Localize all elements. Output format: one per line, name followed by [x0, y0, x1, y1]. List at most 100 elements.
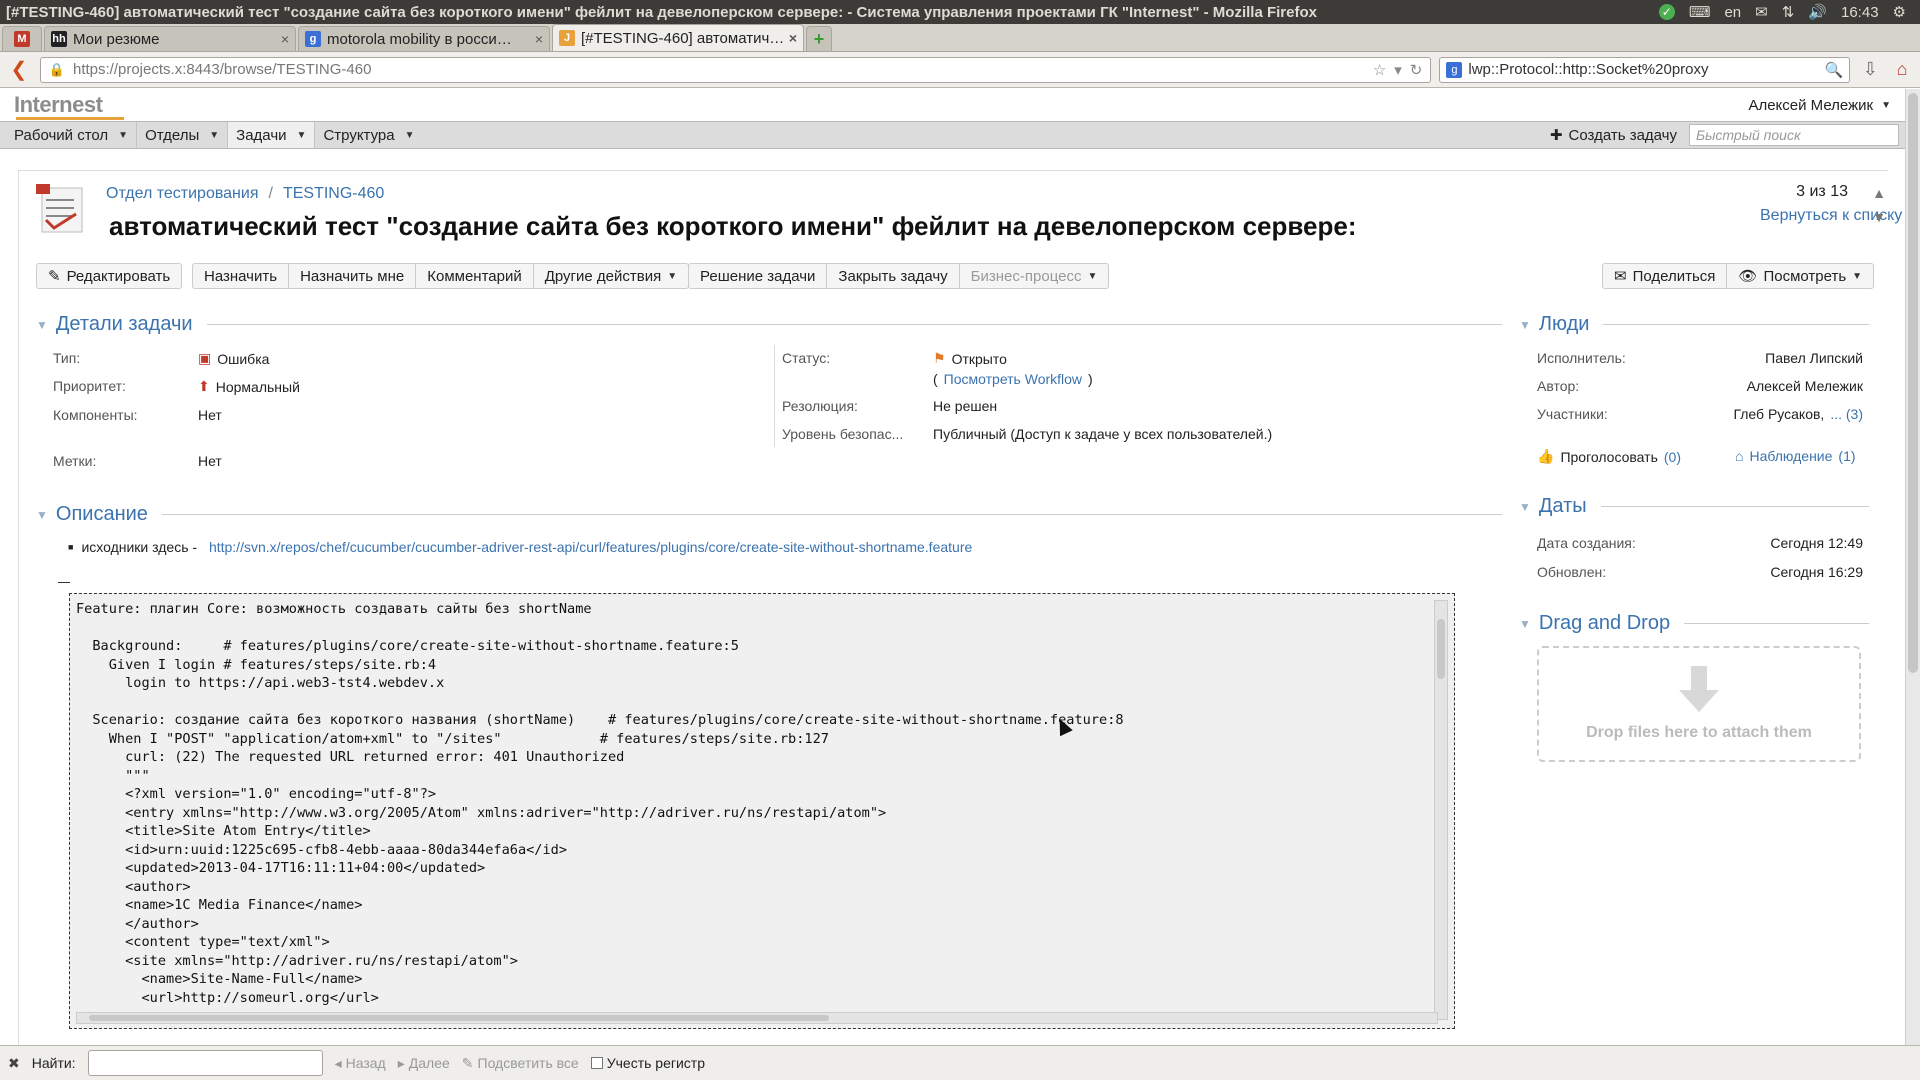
- keyboard-layout[interactable]: en: [1724, 4, 1741, 21]
- browser-tab-active[interactable]: J [#TESTING-460] автоматич… ×: [552, 24, 804, 51]
- chevron-down-icon[interactable]: ▼: [118, 130, 128, 141]
- search-value[interactable]: lwp::Protocol::http::Socket%20proxy: [1468, 61, 1818, 78]
- edit-button[interactable]: ✎ Редактировать: [37, 264, 181, 288]
- code-line: <name>1C Media Finance</name>: [76, 897, 363, 913]
- type-label: Тип:: [53, 350, 81, 366]
- reload-icon[interactable]: ↻: [1410, 61, 1423, 79]
- breadcrumb-project[interactable]: Отдел тестирования: [106, 185, 259, 203]
- find-next-button[interactable]: ▸ Далее: [398, 1055, 450, 1072]
- code-text[interactable]: Feature: плагин Core: возможность создав…: [76, 600, 1124, 1007]
- chevron-down-icon[interactable]: ▼: [667, 271, 677, 282]
- browser-tab[interactable]: M: [2, 26, 42, 51]
- lock-icon[interactable]: 🔒: [49, 62, 65, 78]
- watch-link[interactable]: ⌂ Наблюдение (1): [1735, 448, 1856, 464]
- people-section-header[interactable]: ▼ Люди: [1519, 313, 1869, 336]
- chevron-down-icon[interactable]: ▼: [405, 130, 415, 141]
- collapse-triangle-icon[interactable]: ▼: [36, 508, 48, 522]
- user-menu[interactable]: Алексей Мележик ▼: [1748, 97, 1891, 114]
- share-button[interactable]: ✉ Поделиться: [1603, 264, 1728, 288]
- quick-search-input[interactable]: Быстрый поиск: [1689, 124, 1899, 146]
- back-arrow-icon[interactable]: ❮: [6, 57, 32, 82]
- chevron-down-icon[interactable]: ▼: [1881, 100, 1891, 111]
- page-scrollbar[interactable]: [1905, 89, 1920, 1045]
- breadcrumb-issue-key[interactable]: TESTING-460: [283, 185, 384, 203]
- chevron-down-icon[interactable]: ▼: [1852, 271, 1862, 282]
- volume-icon[interactable]: 🔊: [1808, 3, 1827, 21]
- keyboard-icon[interactable]: ⌨: [1689, 3, 1711, 21]
- previous-issue-icon[interactable]: ▲: [1872, 185, 1886, 201]
- participant-name[interactable]: Глеб Русаков,: [1733, 406, 1824, 422]
- find-input[interactable]: [87, 1050, 323, 1076]
- url-text[interactable]: https://projects.x:8443/browse/TESTING-4…: [73, 61, 1365, 78]
- match-case-checkbox[interactable]: Учесть регистр: [590, 1055, 705, 1071]
- scrollbar-thumb[interactable]: [1437, 619, 1445, 679]
- resolve-issue-button[interactable]: Решение задачи: [689, 264, 828, 288]
- network-icon[interactable]: ⇅: [1782, 3, 1795, 21]
- comment-button[interactable]: Комментарий: [416, 264, 534, 288]
- business-process-button[interactable]: Бизнес-процесс ▼: [960, 264, 1109, 288]
- collapse-triangle-icon[interactable]: ▼: [1519, 318, 1531, 332]
- create-issue-button[interactable]: ✚ Создать задачу: [1550, 126, 1677, 145]
- vote-link[interactable]: 👍 Проголосовать (0): [1537, 448, 1681, 465]
- search-icon[interactable]: 🔍: [1825, 61, 1844, 79]
- clock[interactable]: 16:43: [1841, 4, 1879, 21]
- download-icon[interactable]: ⇩: [1858, 59, 1882, 80]
- more-participants-link[interactable]: ... (3): [1830, 406, 1863, 422]
- more-actions-button[interactable]: Другие действия ▼: [534, 264, 688, 288]
- browser-tab[interactable]: g motorola mobility в росси… ×: [298, 26, 550, 51]
- collapse-triangle-icon[interactable]: ▼: [1519, 500, 1531, 514]
- scrollbar-thumb[interactable]: [89, 1015, 829, 1021]
- code-vertical-scrollbar[interactable]: [1434, 600, 1448, 1020]
- new-tab-button[interactable]: +: [806, 26, 832, 51]
- collapse-triangle-icon[interactable]: ▼: [1519, 617, 1531, 631]
- chevron-down-icon[interactable]: ▾: [1394, 61, 1402, 79]
- file-drop-zone[interactable]: Drop files here to attach them: [1537, 646, 1861, 762]
- chevron-down-icon[interactable]: ▼: [1087, 271, 1097, 282]
- close-icon[interactable]: ×: [281, 31, 289, 47]
- details-section-header[interactable]: ▼ Детали задачи: [36, 313, 1502, 336]
- collapse-triangle-icon[interactable]: ▼: [36, 318, 48, 332]
- chevron-down-icon[interactable]: ▼: [297, 130, 307, 141]
- close-icon[interactable]: ×: [535, 31, 543, 47]
- update-check-icon[interactable]: ✓: [1658, 4, 1675, 20]
- browser-tab[interactable]: hh Мои резюме ×: [44, 26, 296, 51]
- assign-to-me-button[interactable]: Назначить мне: [289, 264, 417, 288]
- resolution-value: Не решен: [933, 398, 998, 414]
- code-block[interactable]: Feature: плагин Core: возможность создав…: [69, 593, 1455, 1029]
- search-engine-icon[interactable]: g: [1446, 61, 1463, 78]
- home-icon[interactable]: ⌂: [1890, 59, 1914, 80]
- svn-source-link[interactable]: http://svn.x/repos/chef/cucumber/cucumbe…: [209, 539, 972, 555]
- find-previous-button[interactable]: ◂ Назад: [335, 1055, 386, 1072]
- highlight-icon: ✎: [461, 1054, 474, 1071]
- logo[interactable]: Internest: [14, 92, 103, 118]
- menu-dashboard[interactable]: Рабочий стол ▼: [6, 122, 138, 148]
- mail-icon[interactable]: ✉: [1755, 3, 1768, 21]
- menu-departments[interactable]: Отделы ▼: [137, 122, 229, 148]
- bookmark-star-icon[interactable]: ☆: [1373, 61, 1386, 79]
- code-horizontal-scrollbar[interactable]: [76, 1012, 1438, 1024]
- description-section-header[interactable]: ▼ Описание: [36, 503, 1502, 526]
- user-name[interactable]: Алексей Мележик: [1748, 97, 1873, 114]
- type-value: ▣ Ошибка: [198, 350, 270, 367]
- scrollbar-thumb[interactable]: [1908, 93, 1918, 673]
- back-to-list-link[interactable]: Вернуться к списку: [1760, 207, 1902, 225]
- power-icon[interactable]: ⚙: [1893, 3, 1906, 21]
- close-icon[interactable]: ✖: [8, 1055, 20, 1072]
- menu-structure[interactable]: Структура ▼: [315, 122, 422, 148]
- dates-section-header[interactable]: ▼ Даты: [1519, 495, 1869, 518]
- assignee-value[interactable]: Павел Липский: [1537, 350, 1863, 366]
- dnd-section-header[interactable]: ▼ Drag and Drop: [1519, 612, 1869, 635]
- menu-issues[interactable]: Задачи ▼: [228, 122, 316, 148]
- next-issue-icon[interactable]: ▼: [1872, 209, 1886, 225]
- issue-summary: автоматический тест "создание сайта без …: [109, 211, 1357, 241]
- close-icon[interactable]: ×: [789, 30, 797, 46]
- highlight-all-button[interactable]: ✎ Подсветить все: [462, 1055, 579, 1072]
- close-issue-button[interactable]: Закрыть задачу: [827, 264, 960, 288]
- watch-view-button[interactable]: 👁 Посмотреть ▼: [1727, 264, 1873, 288]
- view-workflow-link[interactable]: Посмотреть Workflow: [944, 371, 1082, 387]
- assign-button[interactable]: Назначить: [193, 264, 290, 288]
- web-search-box[interactable]: g lwp::Protocol::http::Socket%20proxy 🔍: [1439, 56, 1851, 83]
- author-value[interactable]: Алексей Мележик: [1537, 378, 1863, 394]
- chevron-down-icon[interactable]: ▼: [209, 130, 219, 141]
- url-bar[interactable]: 🔒 https://projects.x:8443/browse/TESTING…: [39, 56, 1432, 83]
